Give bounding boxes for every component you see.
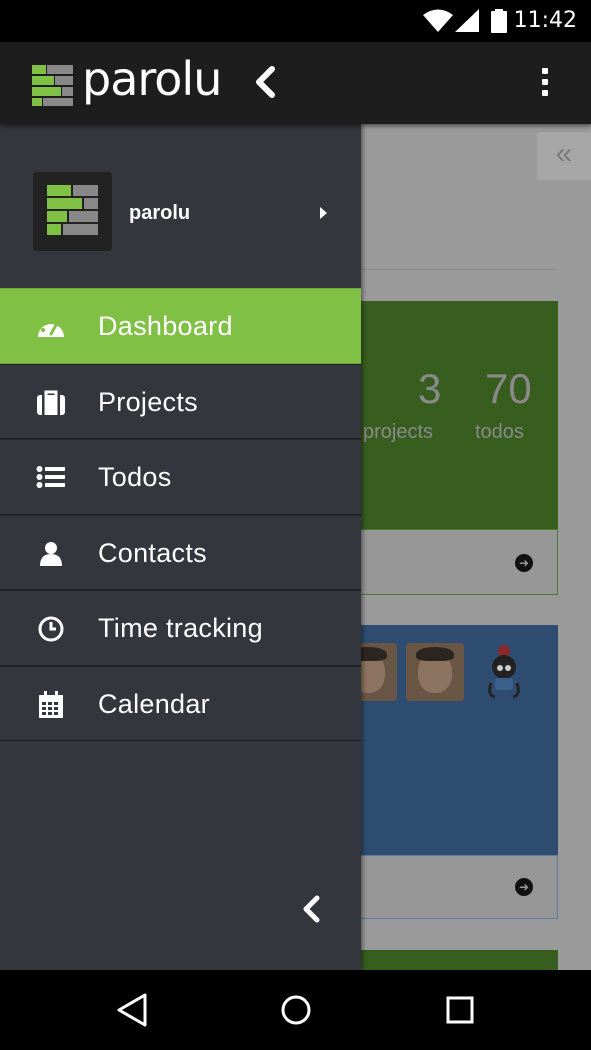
- menu-item-time-tracking[interactable]: Time tracking: [0, 590, 361, 666]
- stats-card: 3 70 projects todos ➜: [330, 301, 558, 595]
- app-brand-name: parolu: [82, 52, 222, 106]
- calendar-icon: [39, 690, 63, 718]
- menu-item-calendar[interactable]: Calendar: [0, 665, 361, 741]
- home-icon[interactable]: [279, 992, 313, 1028]
- todos-count: 70: [485, 365, 532, 412]
- content-divider: [362, 269, 558, 270]
- battery-icon: [491, 9, 507, 33]
- back-icon[interactable]: [115, 992, 149, 1028]
- recents-icon[interactable]: [444, 992, 476, 1028]
- projects-count: 3: [418, 365, 442, 412]
- overflow-menu-icon[interactable]: [535, 68, 555, 98]
- calendar-card: [330, 950, 558, 970]
- parolu-logo-icon: [33, 172, 112, 251]
- list-icon: [36, 466, 65, 488]
- collapse-drawer-chevron-icon[interactable]: [252, 66, 278, 98]
- menu-item-label: Dashboard: [98, 311, 233, 341]
- collapse-chevron-left-icon[interactable]: [298, 894, 324, 924]
- app-bar: parolu: [0, 42, 591, 124]
- menu-item-label: Contacts: [98, 537, 207, 568]
- arrow-right-circle-icon[interactable]: ➜: [515, 554, 533, 572]
- menu-item-todos[interactable]: Todos: [0, 439, 361, 515]
- menu-item-label: Todos: [98, 462, 172, 492]
- status-bar: 11:42: [0, 0, 591, 42]
- todos-label: todos: [475, 421, 524, 443]
- briefcase-icon: [37, 390, 65, 415]
- contacts-card: ➜: [330, 625, 558, 919]
- stats-card-footer[interactable]: ➜: [330, 529, 558, 595]
- wifi-icon: [423, 9, 453, 32]
- clock-time: 11:42: [513, 8, 577, 33]
- menu-item-contacts[interactable]: Contacts: [0, 514, 361, 590]
- parolu-logo-icon: [32, 65, 73, 106]
- menu-item-label: Projects: [98, 386, 198, 417]
- contacts-card-footer[interactable]: ➜: [330, 855, 558, 919]
- menu-item-dashboard[interactable]: Dashboard: [0, 288, 361, 364]
- menu-item-label: Time tracking: [98, 613, 263, 643]
- profile-name: parolu: [129, 202, 191, 224]
- system-nav-bar: [0, 970, 591, 1050]
- clock-icon: [38, 616, 64, 642]
- avatar: [406, 643, 464, 701]
- drawer-profile[interactable]: parolu: [0, 124, 361, 288]
- menu-item-projects[interactable]: Projects: [0, 363, 361, 439]
- double-chevron-left-icon[interactable]: «: [537, 132, 591, 180]
- arrow-right-circle-icon[interactable]: ➜: [515, 878, 533, 896]
- user-icon: [40, 541, 62, 566]
- projects-label: projects: [363, 421, 434, 443]
- navigation-drawer: parolu Dashboard Projects Todos Contacts…: [0, 124, 361, 970]
- drawer-menu: Dashboard Projects Todos Contacts Time t…: [0, 288, 361, 741]
- dashboard-icon: [38, 318, 64, 337]
- menu-item-label: Calendar: [98, 688, 210, 719]
- octocat-avatar-icon: [488, 645, 520, 699]
- caret-right-icon[interactable]: [320, 207, 327, 219]
- cell-signal-icon: [455, 9, 479, 32]
